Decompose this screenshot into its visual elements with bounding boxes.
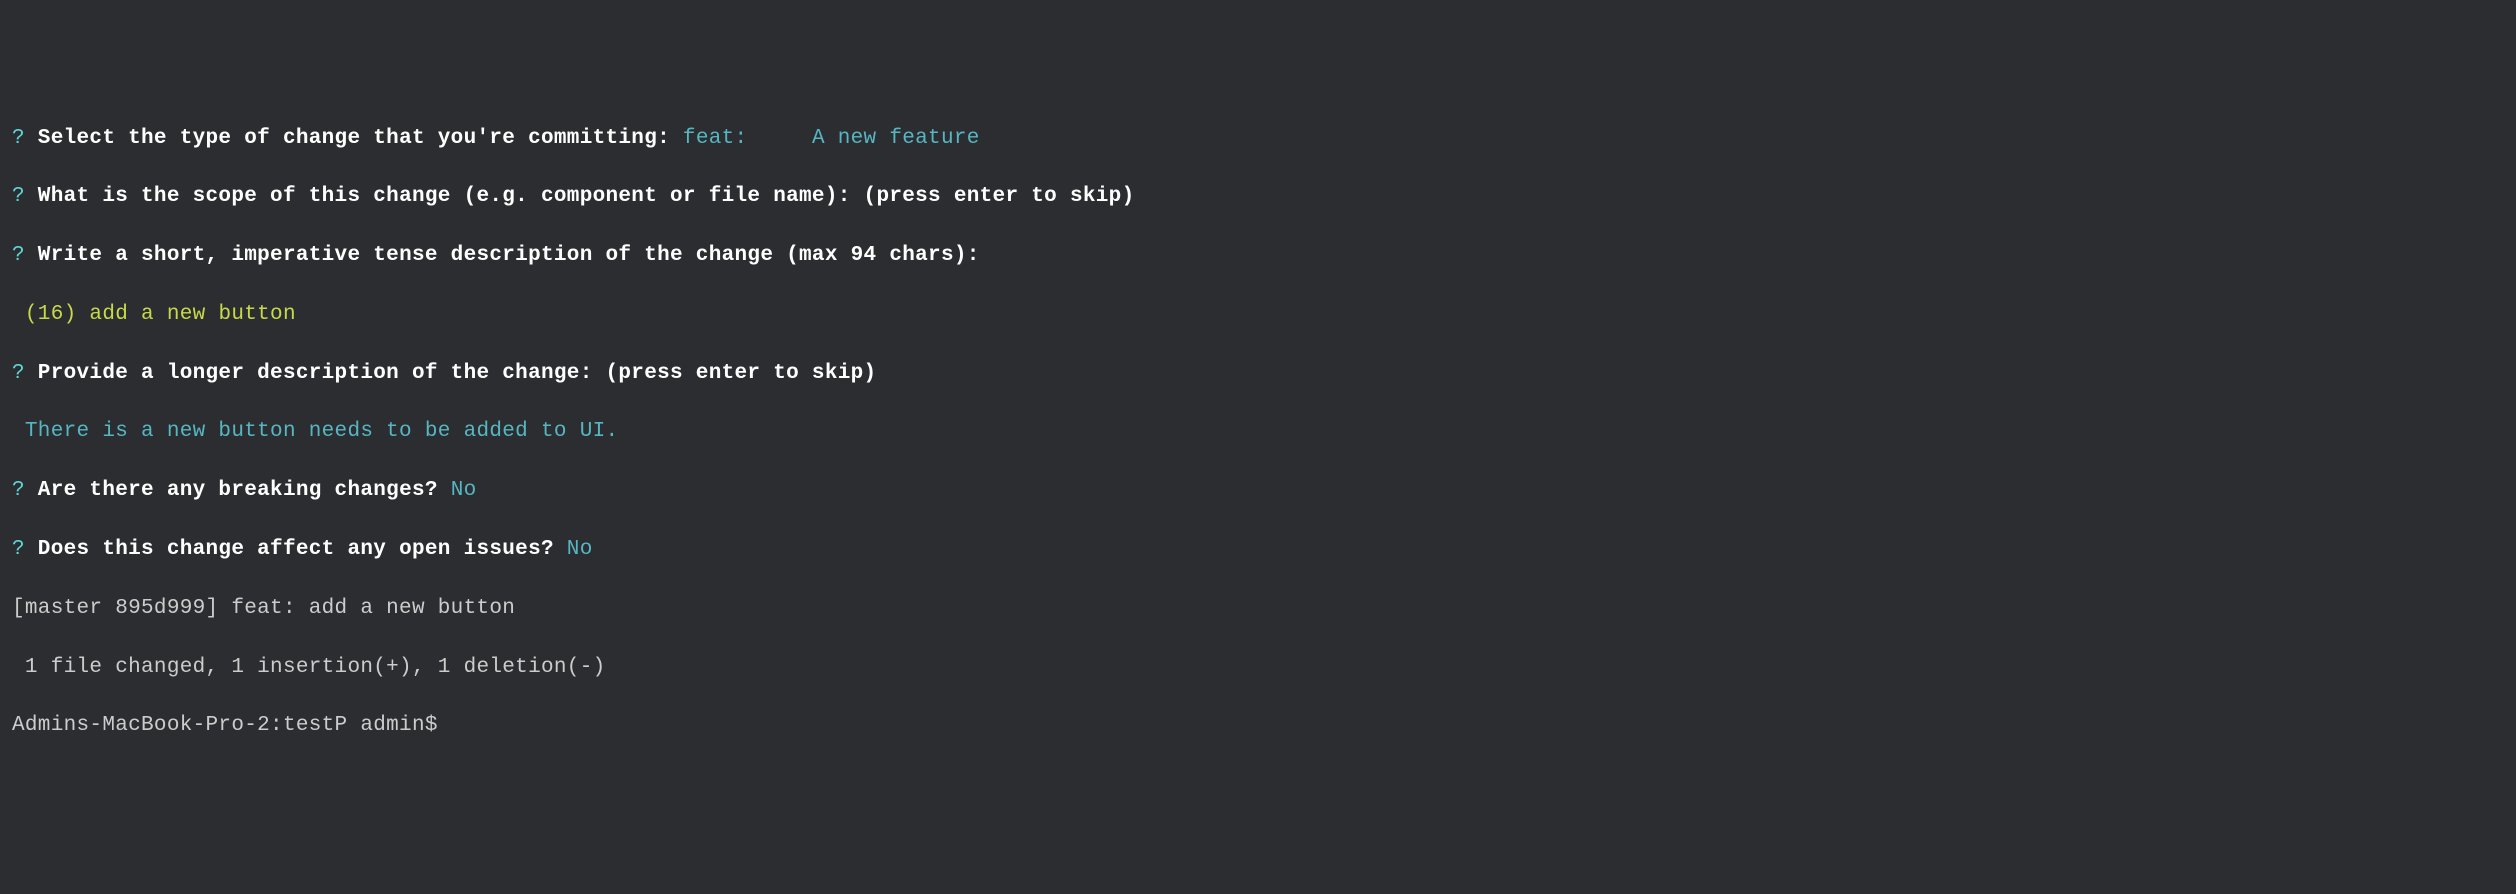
- terminal-line-short-desc: ? Write a short, imperative tense descri…: [12, 241, 2504, 270]
- prompt-text: Are there any breaking changes?: [25, 479, 451, 502]
- char-count: (16): [12, 303, 77, 326]
- prompt-text: What is the scope of this change (e.g. c…: [25, 185, 1135, 208]
- diff-stat-text: 1 file changed, 1 insertion(+), 1 deleti…: [12, 656, 606, 679]
- terminal-line-commit-result: [master 895d999] feat: add a new button: [12, 594, 2504, 623]
- question-mark-icon: ?: [12, 479, 25, 502]
- terminal-line-commit-type: ? Select the type of change that you're …: [12, 124, 2504, 153]
- commit-hash-line: [master 895d999] feat: add a new button: [12, 597, 515, 620]
- prompt-text: Write a short, imperative tense descript…: [25, 244, 980, 267]
- question-mark-icon: ?: [12, 127, 25, 150]
- question-mark-icon: ?: [12, 185, 25, 208]
- prompt-text: Select the type of change that you're co…: [25, 127, 683, 150]
- answer-value: No: [451, 479, 477, 502]
- short-desc-text: add a new button: [77, 303, 296, 326]
- question-mark-icon: ?: [12, 538, 25, 561]
- terminal-line-long-desc-answer: There is a new button needs to be added …: [12, 417, 2504, 446]
- answer-value: feat: A new feature: [683, 127, 980, 150]
- terminal-line-scope: ? What is the scope of this change (e.g.…: [12, 182, 2504, 211]
- terminal-line-long-desc: ? Provide a longer description of the ch…: [12, 359, 2504, 388]
- terminal-line-breaking: ? Are there any breaking changes? No: [12, 476, 2504, 505]
- question-mark-icon: ?: [12, 244, 25, 267]
- terminal-line-shell-prompt[interactable]: Admins-MacBook-Pro-2:testP admin$: [12, 711, 2504, 740]
- long-desc-text: There is a new button needs to be added …: [12, 420, 618, 443]
- prompt-text: Provide a longer description of the chan…: [25, 362, 877, 385]
- answer-value: No: [567, 538, 593, 561]
- terminal-line-issues: ? Does this change affect any open issue…: [12, 535, 2504, 564]
- terminal-line-short-desc-answer: (16) add a new button: [12, 300, 2504, 329]
- shell-prompt-text: Admins-MacBook-Pro-2:testP admin$: [12, 714, 451, 737]
- prompt-text: Does this change affect any open issues?: [25, 538, 567, 561]
- terminal-line-diff-stat: 1 file changed, 1 insertion(+), 1 deleti…: [12, 653, 2504, 682]
- question-mark-icon: ?: [12, 362, 25, 385]
